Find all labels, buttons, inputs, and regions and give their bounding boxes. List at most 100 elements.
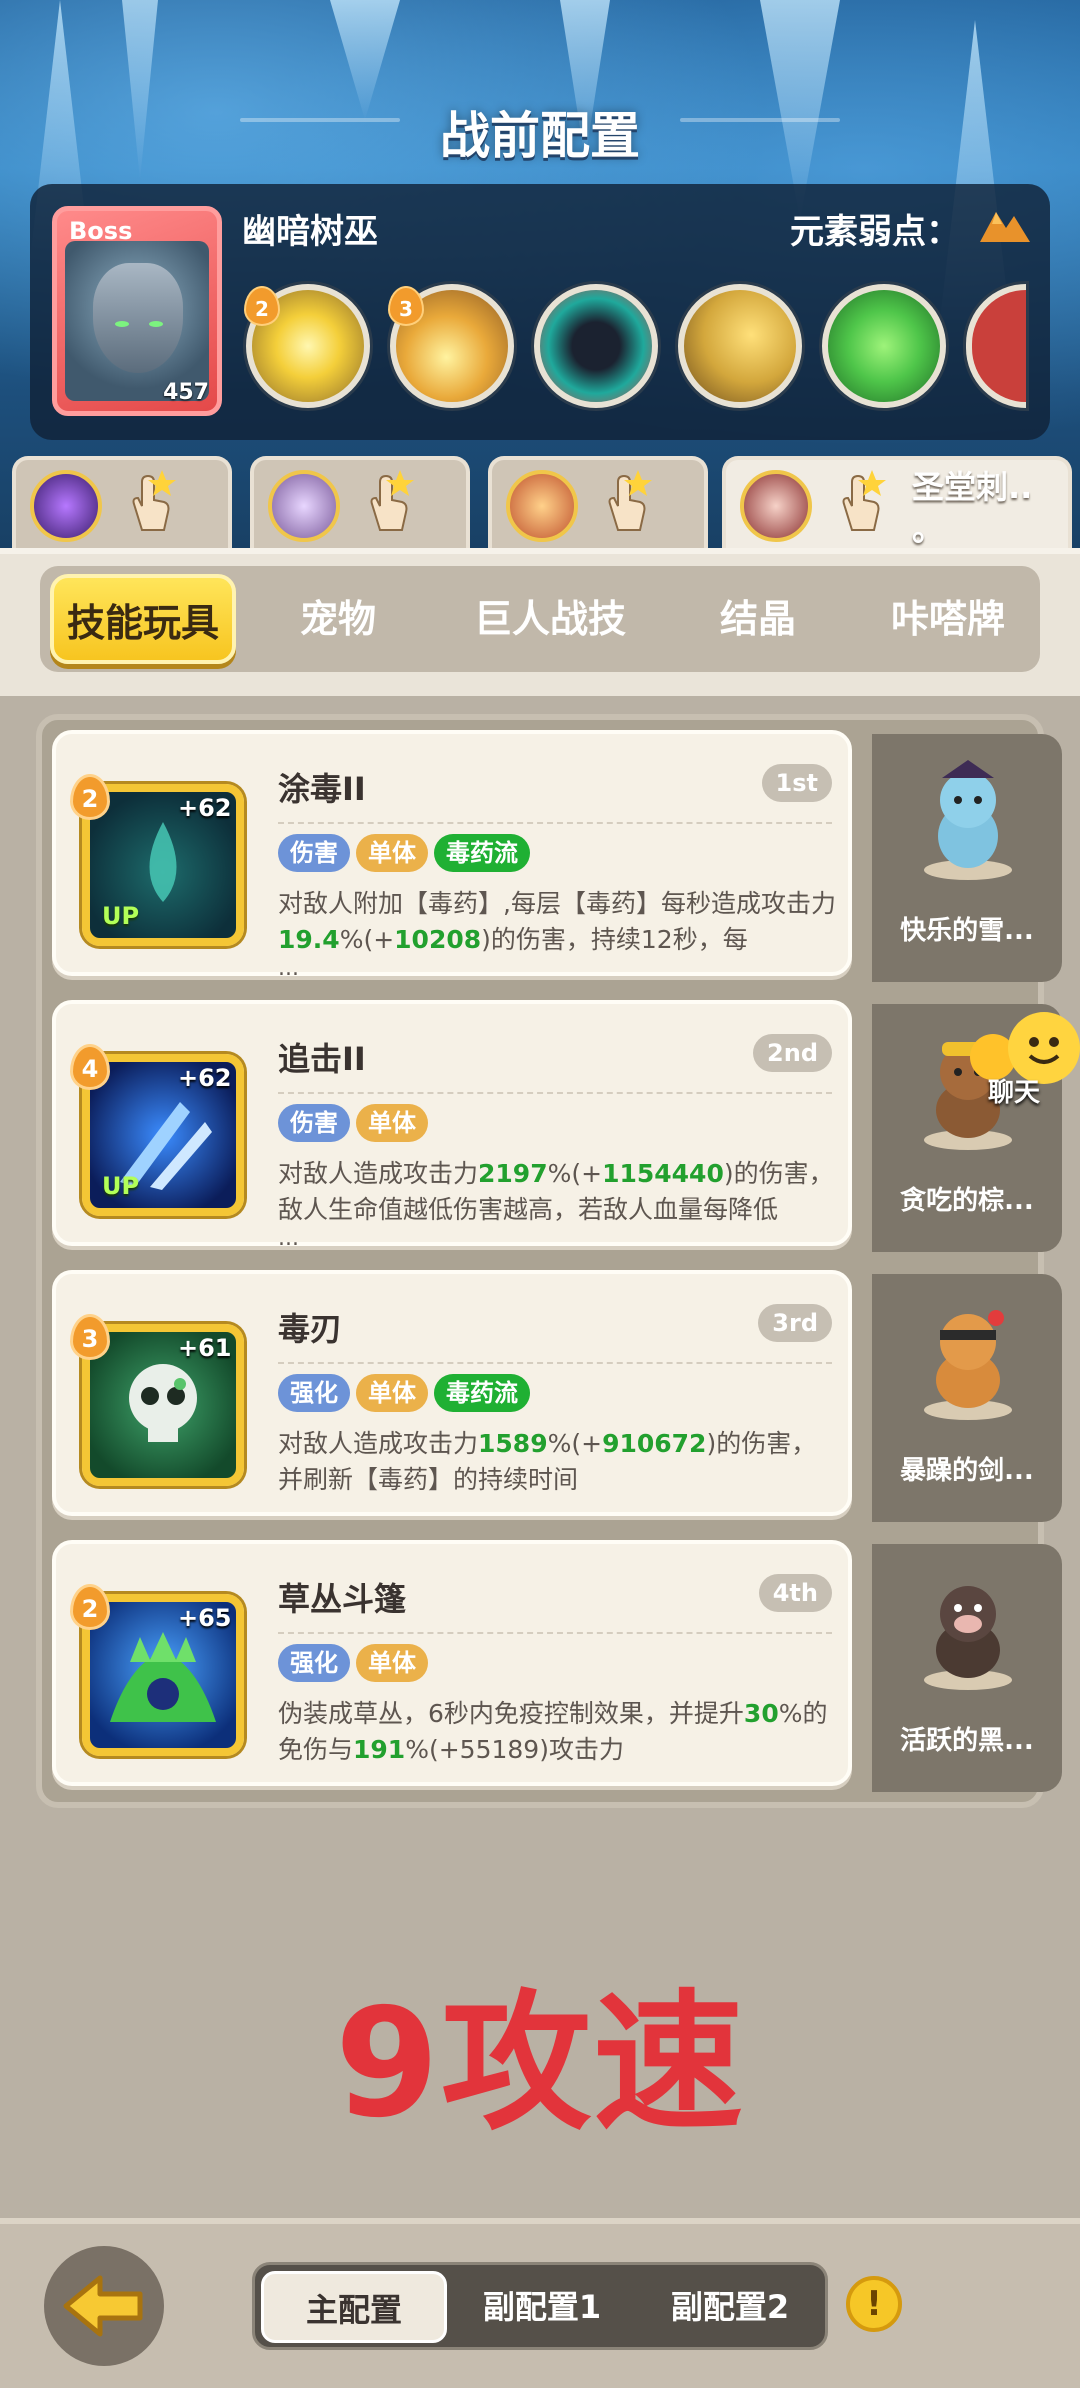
skill-level-badge: 3 bbox=[70, 1314, 110, 1360]
boss-skill-orb-4[interactable] bbox=[678, 284, 802, 408]
tab-main-config[interactable]: 主配置 bbox=[261, 2271, 447, 2343]
boss-panel: Boss 457 幽暗树巫 元素弱点： 2 3 bbox=[30, 184, 1050, 440]
boss-skill-orb-2[interactable]: 3 bbox=[388, 284, 514, 408]
hero-tab-3[interactable] bbox=[488, 456, 708, 548]
skill-tags: 伤害 单体 毒药流 bbox=[278, 834, 536, 874]
hero-tab-1[interactable] bbox=[12, 456, 232, 548]
pet-name: 贪吃的棕... bbox=[900, 1186, 1034, 1216]
divider bbox=[278, 1632, 832, 1634]
tab-click-cards[interactable]: 咔嗒牌 bbox=[860, 566, 1036, 672]
skill-bonus: +61 bbox=[178, 1334, 232, 1362]
boss-skill-orb-6-partial[interactable] bbox=[966, 284, 1026, 408]
skill-rank: 4th bbox=[758, 1574, 832, 1612]
snow-bunny-pet-icon bbox=[924, 760, 1012, 880]
skill-level-badge: 2 bbox=[70, 774, 110, 820]
tag-poison-build: 毒药流 bbox=[434, 1374, 530, 1412]
skill-tags: 伤害 单体 bbox=[278, 1104, 434, 1144]
boss-skill-orb-1[interactable]: 2 bbox=[244, 284, 370, 408]
skill-list-panel: 快乐的雪... 贪吃的棕... 暴躁的剑... 活跃的黑... 2 +62 UP… bbox=[36, 714, 1062, 1808]
skill-tags: 强化 单体 毒药流 bbox=[278, 1374, 536, 1414]
skill-level-badge: 2 bbox=[70, 1584, 110, 1630]
orb-level-badge: 2 bbox=[244, 286, 280, 326]
skill-card-2[interactable]: 4 +62 UP 追击II 2nd 伤害 单体 对敌人造成攻击力2197%(+11… bbox=[52, 1000, 852, 1251]
hero-avatar bbox=[740, 470, 812, 542]
skill-tags: 强化 单体 bbox=[278, 1644, 434, 1684]
skill-name: 毒刃 bbox=[278, 1310, 343, 1348]
tag-poison-build: 毒药流 bbox=[434, 834, 530, 872]
tab-crystals[interactable]: 结晶 bbox=[670, 566, 846, 672]
tab-sub-config-1[interactable]: 副配置1 bbox=[449, 2271, 635, 2343]
skill-bonus: +65 bbox=[178, 1604, 232, 1632]
skill-card-4[interactable]: 2 +65 草丛斗篷 4th 强化 单体 伪装成草丛，6秒内免疫控制效果，并提升3… bbox=[52, 1540, 852, 1786]
boss-skill-orb-5[interactable] bbox=[822, 284, 946, 408]
tap-hand-icon bbox=[370, 470, 414, 531]
hero-tab-2[interactable] bbox=[250, 456, 470, 548]
description-more: ... bbox=[278, 1226, 299, 1251]
page-title: 战前配置 bbox=[440, 107, 640, 165]
skill-card-3[interactable]: 3 +61 毒刃 3rd 强化 单体 毒药流 对敌人造成攻击力1589%(+9106… bbox=[52, 1270, 852, 1516]
pet-name: 快乐的雪... bbox=[900, 916, 1034, 946]
hero-avatar bbox=[268, 470, 340, 542]
skill-description: 伪装成草丛，6秒内免疫控制效果，并提升30%的免伤与191%(+55189)攻击… bbox=[278, 1699, 828, 1764]
back-arrow-icon bbox=[63, 2275, 143, 2337]
category-tab-bar: 技能玩具 宠物 巨人战技 结晶 咔嗒牌 bbox=[40, 566, 1040, 672]
hero-tab-name: 圣堂刺.. 。 bbox=[912, 468, 1033, 548]
boss-image bbox=[65, 241, 209, 401]
tab-pets[interactable]: 宠物 bbox=[250, 566, 426, 672]
hero-avatar bbox=[506, 470, 578, 542]
divider bbox=[278, 822, 832, 824]
tap-hand-icon bbox=[608, 470, 652, 531]
tap-hand-icon bbox=[842, 470, 886, 531]
tag-damage: 伤害 bbox=[278, 1104, 350, 1142]
tag-single-target: 单体 bbox=[356, 834, 428, 872]
skill-description: 对敌人造成攻击力1589%(+910672)的伤害，并刷新【毒药】的持续时间 bbox=[278, 1429, 817, 1494]
boss-portrait[interactable]: Boss 457 bbox=[52, 206, 222, 416]
tap-hand-icon bbox=[132, 470, 176, 531]
skill-rank: 2nd bbox=[753, 1034, 832, 1072]
skill-level-badge: 4 bbox=[70, 1044, 110, 1090]
earth-element-icon bbox=[980, 212, 1030, 242]
overlay-note: 9攻速 bbox=[334, 1977, 746, 2151]
boss-level: 457 bbox=[163, 380, 209, 405]
sword-cat-pet-icon bbox=[924, 1310, 1012, 1420]
config-tab-bar: 主配置 副配置1 副配置2 bbox=[252, 2262, 828, 2350]
pet-slot-4[interactable]: 活跃的黑... bbox=[872, 1544, 1062, 1792]
tag-single-target: 单体 bbox=[356, 1104, 428, 1142]
skill-up-label: UP bbox=[102, 1172, 140, 1200]
chat-label[interactable]: 聊天 bbox=[988, 1072, 1040, 1109]
skill-rank: 1st bbox=[761, 764, 832, 802]
dark-tree-witch-icon bbox=[93, 263, 183, 373]
skill-bonus: +62 bbox=[178, 794, 232, 822]
skill-name: 涂毒II bbox=[278, 770, 366, 808]
tab-giant-skills[interactable]: 巨人战技 bbox=[440, 566, 660, 672]
skill-name: 追击II bbox=[278, 1040, 366, 1078]
tag-single-target: 单体 bbox=[356, 1374, 428, 1412]
pet-name: 暴躁的剑... bbox=[900, 1456, 1034, 1486]
element-weakness-label: 元素弱点： bbox=[790, 212, 960, 252]
pet-name: 活跃的黑... bbox=[900, 1726, 1034, 1756]
skill-up-label: UP bbox=[102, 902, 140, 930]
tag-enhance: 强化 bbox=[278, 1644, 350, 1682]
pet-slot-3[interactable]: 暴躁的剑... bbox=[872, 1274, 1062, 1522]
skill-card-1[interactable]: 2 +62 UP 涂毒II 1st 伤害 单体 毒药流 对敌人附加【毒药】,每层【毒… bbox=[52, 730, 852, 981]
divider bbox=[278, 1362, 832, 1364]
skill-name: 草丛斗篷 bbox=[278, 1580, 407, 1618]
boss-skill-orb-3[interactable] bbox=[534, 284, 658, 408]
tab-sub-config-2[interactable]: 副配置2 bbox=[637, 2271, 823, 2343]
orb-level-badge: 3 bbox=[388, 286, 424, 326]
back-button[interactable] bbox=[44, 2246, 164, 2366]
tag-enhance: 强化 bbox=[278, 1374, 350, 1412]
hero-tab-bar: 圣堂刺.. 。 bbox=[0, 456, 1080, 548]
divider bbox=[278, 1092, 832, 1094]
tab-skill-toys[interactable]: 技能玩具 bbox=[50, 574, 236, 664]
pet-slot-1[interactable]: 快乐的雪... bbox=[872, 734, 1062, 982]
tag-single-target: 单体 bbox=[356, 1644, 428, 1682]
alert-icon[interactable]: ! bbox=[846, 2276, 902, 2332]
tag-damage: 伤害 bbox=[278, 834, 350, 872]
boss-name: 幽暗树巫 bbox=[242, 212, 378, 252]
description-more: ... bbox=[278, 956, 299, 981]
skill-description: 对敌人附加【毒药】,每层【毒药】每秒造成攻击力19.4%(+10208)的伤害，… bbox=[278, 889, 836, 954]
skill-rank: 3rd bbox=[758, 1304, 832, 1342]
hero-tab-4[interactable]: 圣堂刺.. 。 bbox=[722, 456, 1072, 548]
hero-avatar bbox=[30, 470, 102, 542]
